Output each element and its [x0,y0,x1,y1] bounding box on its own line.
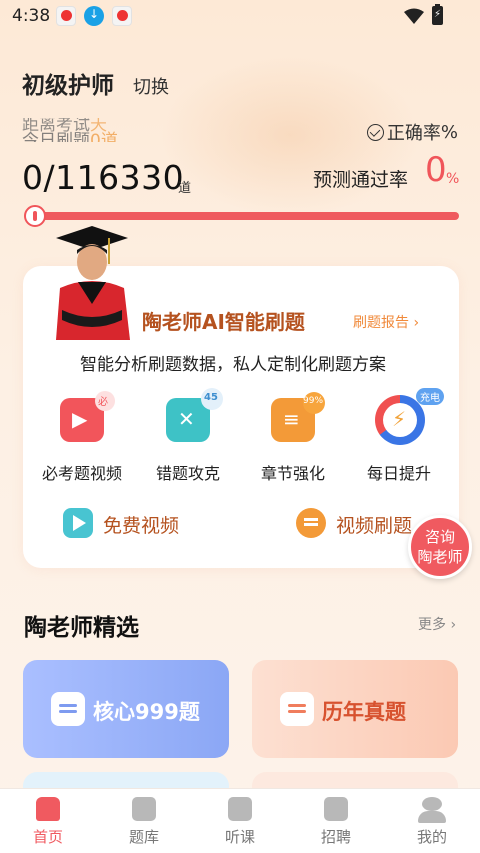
today-count: 今日刷题0道 [22,131,118,142]
wifi-icon [404,8,424,24]
question-bank-icon [132,797,156,821]
ai-card-subtitle: 智能分析刷题数据，私人定制化刷题方案 [80,355,386,375]
nav-label: 招聘 [320,828,351,846]
bolt-icon: ⚡ [392,407,407,431]
feature-chapter-practice[interactable]: ≡ 99% 章节强化 [248,392,338,483]
teacher-avatar [56,226,130,340]
nav-jobs[interactable]: 招聘 [288,797,384,849]
bottom-nav: 首页 题库 听课 招聘 我的 [0,788,480,853]
nav-label: 听课 [224,828,255,846]
app-notification-icon [112,6,132,26]
feature-label: 章节强化 [260,464,325,483]
feature-badge: 45 [201,388,223,410]
pass-rate-unit: % [446,171,460,187]
past-exams-card[interactable]: 历年真题 [252,660,458,758]
accuracy-label: 正确率 [386,123,441,144]
free-video-link[interactable]: 免费视频 [103,511,179,538]
nav-label: 题库 [128,828,159,846]
pass-rate-label: 预测通过率 [313,169,409,191]
feature-daily-improve[interactable]: ⚡ 充电 每日提升 [354,388,444,483]
check-circle-icon [366,123,384,141]
download-icon: ↓ [84,6,104,26]
home-icon [36,797,60,821]
nav-label: 首页 [32,828,63,846]
more-link[interactable]: 更多 › [418,614,456,634]
core-999-card[interactable]: 核心999题 [23,660,229,758]
consult-teacher-button[interactable]: 咨询 陶老师 [408,515,472,579]
progress-unit: 道 [178,181,192,196]
status-bar: 4:38 ↓ ⚡ [0,0,480,32]
past-exams-label: 历年真题 [322,700,406,724]
accuracy-unit: % [440,121,458,143]
feature-badge: 99% [303,392,325,414]
nav-label: 我的 [416,828,447,846]
countdown-ticker: 距离考试天 今日刷题0道 [22,118,282,142]
progress-knob [24,205,46,227]
video-quiz-link[interactable]: 视频刷题 [336,511,412,538]
feature-badge: 必 [95,391,115,411]
play-icon[interactable] [63,508,93,538]
feature-label: 错题攻克 [155,464,220,483]
video-quiz-icon[interactable] [296,508,326,538]
list-icon [280,692,314,726]
practice-report-link[interactable]: 刷题报告 › [353,312,419,332]
ai-card-title: 陶老师AI智能刷题 [142,310,305,334]
nav-question-bank[interactable]: 题库 [96,797,192,849]
feature-label: 每日提升 [366,464,431,483]
pass-rate-value: 0 [425,150,447,190]
nav-lessons[interactable]: 听课 [192,797,288,849]
status-time: 4:38 [12,6,51,26]
core-999-label: 核心999题 [93,700,200,724]
nav-profile[interactable]: 我的 [384,797,480,849]
book-icon [228,797,252,821]
selection-title: 陶老师精选 [24,615,139,641]
feature-exam-video[interactable]: ▶ 必 必考题视频 [37,391,127,483]
switch-exam-button[interactable]: 切换 [133,73,169,99]
feature-badge: 充电 [416,388,444,405]
accuracy-indicator: 正确率% [366,119,458,145]
consult-line1: 咨询 [424,528,455,546]
battery-charging-icon: ⚡ [432,4,443,25]
job-icon [324,797,348,821]
progress-bar [26,212,459,220]
feature-label: 必考题视频 [41,464,122,483]
list-icon [51,692,85,726]
feature-wrong-questions[interactable]: ✕ 45 错题攻克 [143,388,233,483]
profile-icon [418,797,446,823]
exam-title: 初级护师 [22,73,114,99]
progress-count: 0/116330 [22,158,185,197]
nav-home[interactable]: 首页 [0,797,96,849]
consult-line2: 陶老师 [417,548,463,566]
app-notification-icon [56,6,76,26]
